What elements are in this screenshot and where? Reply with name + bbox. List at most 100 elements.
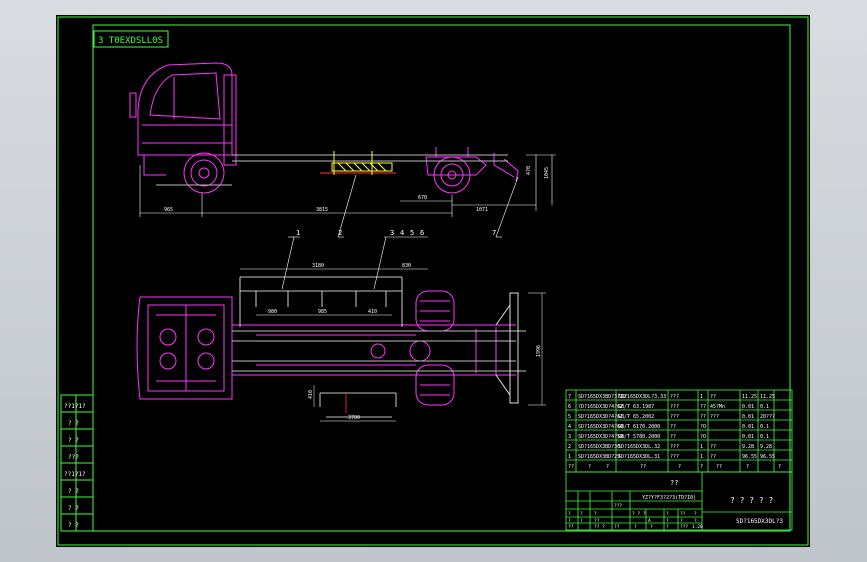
drawing-text: GB/T 5780.2000	[618, 434, 660, 440]
title-block-cells: ? ? ? ??? ? ? ?? ? ? ? ?? ?? ? ?? ? ? A …	[568, 503, 703, 530]
drawing-text: 20???	[760, 414, 775, 420]
drawing-text: SD?165DX3D?4?59	[578, 434, 623, 440]
drawing-text: 6	[568, 404, 571, 410]
callout-side-7: 7	[492, 229, 496, 237]
cad-viewport[interactable]: 3 T0EXDSLL0S ??1?1? ? ? ? ? ??? ??1?1? ?…	[0, 0, 867, 562]
drawing-text: ?	[568, 511, 571, 517]
drawing-text: 4	[568, 424, 571, 430]
inner-border	[92, 24, 791, 532]
drawing-text: A	[648, 518, 651, 524]
plan-rear-bar	[495, 292, 519, 404]
drawing-text: ?	[778, 464, 781, 470]
left-label-3: ???	[68, 454, 79, 461]
drawing-text: ?	[746, 464, 749, 470]
title-subcode: YZ?Y?F3?2?3(TD?I0)	[642, 495, 696, 501]
callout-side-2: 2	[338, 229, 342, 237]
drawing-text: ?? ?	[594, 524, 605, 530]
dim-plan-a: 980	[268, 309, 277, 315]
drawing-text: 1	[700, 454, 703, 460]
drawing-text: ??	[594, 518, 600, 524]
drawing-text: 7	[568, 394, 571, 400]
parts-table-rows: 7 SD?165DX3BD?3?32 SD?165DX3DL?3.33 ??? …	[568, 394, 781, 470]
drawing-text: ?	[580, 511, 583, 517]
drawing-text: ??	[680, 511, 686, 517]
drawing-text: ??	[700, 414, 706, 420]
callout-plan-4: 4	[400, 229, 404, 237]
dim-side-h2: 1045	[544, 167, 550, 179]
drawing-text: SD?165DX3DL.32	[618, 444, 660, 450]
drawing-text: ?O	[700, 434, 706, 440]
drawing-text: 0.1	[760, 434, 769, 440]
drawing-text: ?	[650, 524, 653, 530]
drawing-text: SD?165DX3BD?30	[578, 444, 620, 450]
drawing-text: ???	[680, 524, 688, 530]
drawing-text: ?	[678, 464, 681, 470]
callout-plan-5: 5	[410, 229, 414, 237]
drawing-text: 1:20	[692, 524, 703, 530]
drawing-text: 45?Mn	[710, 404, 725, 410]
left-label-4: ??1?1?	[64, 471, 86, 478]
drawing-text: 1	[700, 444, 703, 450]
left-label-6: ? ?	[68, 505, 79, 512]
dim-side-wheelbase: 3815	[316, 207, 328, 213]
drawing-text: ?	[634, 524, 637, 530]
drawing-text: SD?165DX3D?4?61	[578, 414, 623, 420]
drawing-text: ???	[670, 394, 679, 400]
dim-side-rear1: 670	[418, 195, 427, 201]
drawing-text: ?	[700, 464, 703, 470]
drawing-text: SD?165DX3DL?3.33	[618, 394, 666, 400]
drawing-text: ?	[694, 511, 697, 517]
callout-plan-6: 6	[420, 229, 424, 237]
drawing-sheet[interactable]: 3 T0EXDSLL0S ??1?1? ? ? ? ? ??? ??1?1? ?…	[56, 15, 810, 547]
drawing-text: ?	[606, 464, 609, 470]
drawing-text: 0.01	[742, 424, 754, 430]
drawing-text: 11.25	[742, 394, 757, 400]
drawing-text: 1	[700, 394, 703, 400]
drawing-text: GB/T 65.2002	[618, 414, 654, 420]
drawing-text: ?	[580, 518, 583, 524]
drawing-text: 11.25	[760, 394, 775, 400]
code-box-text: 3 T0EXDSLL0S	[98, 36, 163, 46]
drawing-text: ???	[670, 404, 679, 410]
drawing-text: ???	[670, 414, 679, 420]
drawing-text: ??	[710, 394, 716, 400]
drawing-text: GB/T 6170.2000	[618, 424, 660, 430]
drawing-text: ??	[670, 434, 676, 440]
left-label-7: ? ?	[68, 522, 79, 529]
drawing-text: 0.1	[760, 404, 769, 410]
drawing-text: ?	[666, 511, 669, 517]
dim-side-rear2: 1071	[476, 207, 488, 213]
drawing-text: 5	[568, 414, 571, 420]
drawing-text: ?	[594, 511, 597, 517]
drawing-text: ???	[614, 503, 622, 509]
left-label-5: ? ?	[68, 488, 79, 495]
dim-plan-top2: 830	[402, 263, 411, 269]
drawing-text: ?	[666, 524, 669, 530]
drawing-text: ??	[710, 454, 716, 460]
left-label-strip: ??1?1? ? ? ? ? ??? ??1?1? ? ? ? ? ? ?	[60, 394, 94, 532]
drawing-text: ?	[680, 518, 683, 524]
dim-plan-left: 410	[308, 390, 314, 399]
drawing-text: 96.55	[742, 454, 757, 460]
drawing-text: ???	[670, 444, 679, 450]
drawing-text: 9.28	[742, 444, 754, 450]
dim-plan-c: 410	[368, 309, 377, 315]
drawing-text: SD?165DX3BD?29	[578, 454, 620, 460]
drawing-text: 9.28	[760, 444, 772, 450]
drawing-text: 0.01	[742, 434, 754, 440]
drawing-text: ? ? ?	[632, 511, 646, 517]
outer-border	[57, 16, 809, 546]
drawing-text: ??	[710, 444, 716, 450]
drawing-text: ??	[716, 464, 722, 470]
title-company: ??	[670, 479, 678, 487]
drawing-text: 96.55	[760, 454, 775, 460]
drawing-text: ??	[670, 424, 676, 430]
dim-plan-bottom: 3700	[348, 415, 360, 421]
callout-plan-3: 3	[390, 229, 394, 237]
drawing-text: ??	[568, 524, 574, 530]
left-label-1: ? ?	[68, 420, 79, 427]
dim-plan-right: 1996	[536, 345, 542, 357]
drawing-text: SD?165DX3D?4?60	[578, 424, 623, 430]
plan-dimensions	[240, 268, 546, 422]
drawing-text: ??	[614, 524, 620, 530]
